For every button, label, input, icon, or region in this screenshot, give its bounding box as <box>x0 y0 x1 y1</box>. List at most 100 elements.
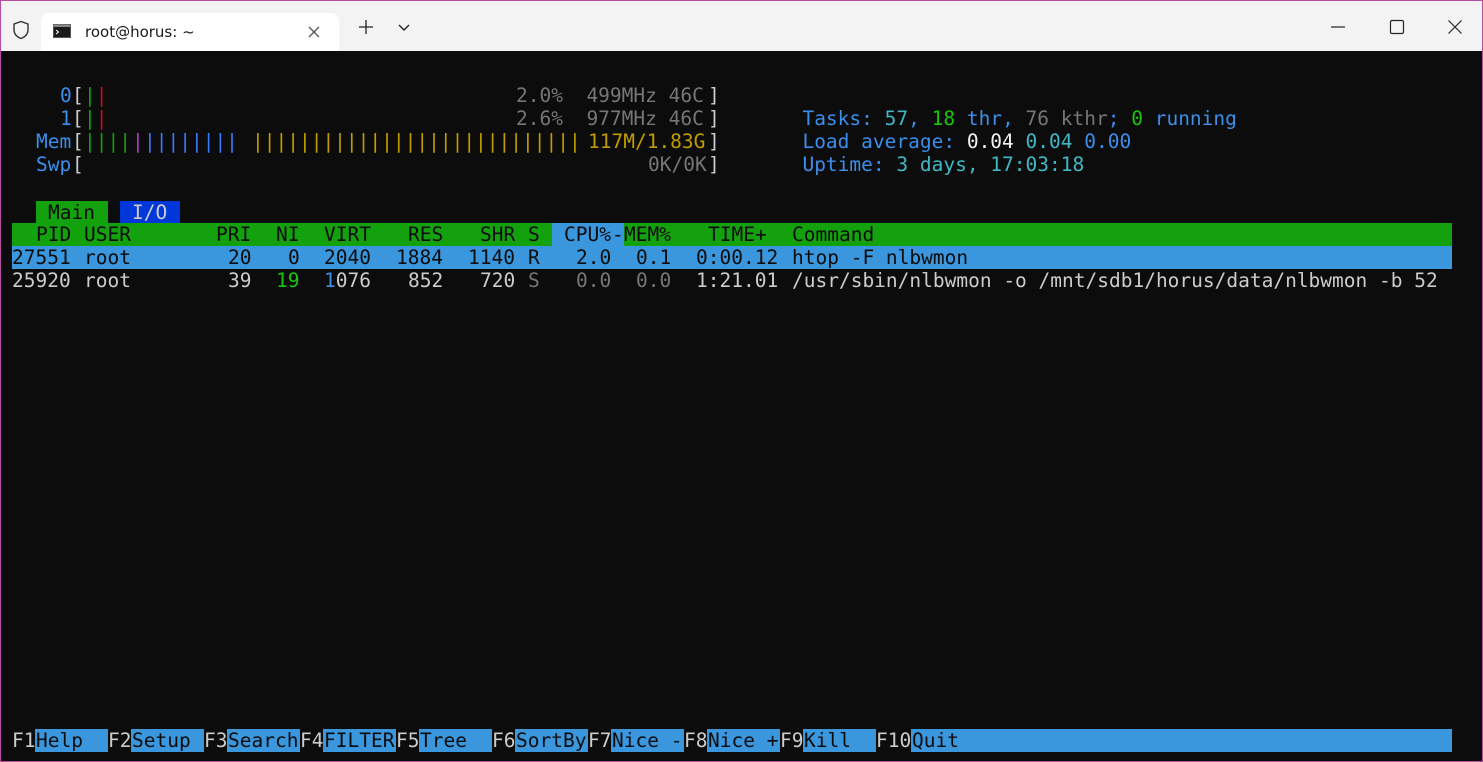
row-pid: 27551 <box>12 246 71 269</box>
tab-main-label: Main <box>48 201 95 224</box>
nice-minus-button[interactable]: Nice - <box>612 729 682 752</box>
setup-button[interactable]: Setup <box>132 729 202 752</box>
row-res: 852 <box>408 269 444 292</box>
row-cpu: 2.0 <box>576 246 612 269</box>
load-average: Load average: 0.04 0.04 0.00 <box>732 107 1131 153</box>
col-mem[interactable]: MEM% <box>624 223 671 246</box>
uptime-label: Uptime: <box>802 153 897 176</box>
swp-meter: Swp [ 0K/0K ] <box>12 153 720 176</box>
tab-main[interactable]: Main <box>36 201 108 224</box>
sortby-button[interactable]: SortBy <box>516 729 586 752</box>
terminal-icon <box>53 24 71 38</box>
uptime-value: 3 days, 17:03:18 <box>896 153 1085 176</box>
row-res: 1884 <box>396 246 443 269</box>
cpu1-bracket-open: [ <box>72 107 84 130</box>
table-row[interactable]: 25920 root 39 19 1076 852 720 S 0.0 0.0 … <box>12 269 1452 292</box>
running-label: running <box>1142 107 1237 130</box>
mem-label: Mem <box>36 130 72 153</box>
row-virt: 1076 <box>324 269 371 292</box>
row-virt-high: 1 <box>324 269 336 292</box>
window-close-icon[interactable] <box>1447 19 1463 35</box>
row-state: S <box>528 269 540 292</box>
f5-key[interactable]: F5 <box>396 729 420 752</box>
col-user[interactable]: USER <box>84 223 131 246</box>
maximize-icon[interactable] <box>1389 19 1405 35</box>
row-pid: 25920 <box>12 269 71 292</box>
col-shr[interactable]: SHR <box>480 223 515 246</box>
row-command: htop -F nlbwmon <box>792 246 969 269</box>
f10-key[interactable]: F10 <box>876 729 912 752</box>
row-time: 1:21.01 <box>696 269 779 292</box>
col-ni[interactable]: NI <box>276 223 299 246</box>
f9-key[interactable]: F9 <box>780 729 804 752</box>
col-virt[interactable]: VIRT <box>324 223 371 246</box>
row-command: /usr/sbin/nlbwmon -o /mnt/sdb1/horus/dat… <box>792 269 1438 292</box>
col-time[interactable]: TIME+ <box>708 223 767 246</box>
terminal-content[interactable]: 0 [ || 2.0% 499MHz 46C ] 1 [ || 2.6% 977… <box>12 51 1482 761</box>
running-count: 0 <box>1131 107 1143 130</box>
f3-key[interactable]: F3 <box>204 729 228 752</box>
row-ni: 0 <box>288 246 300 269</box>
col-state[interactable]: S <box>528 223 540 246</box>
col-cpu[interactable]: CPU% <box>564 223 611 246</box>
plus-icon[interactable] <box>358 19 374 35</box>
row-shr: 720 <box>480 269 516 292</box>
search-button[interactable]: Search <box>228 729 298 752</box>
f7-key[interactable]: F7 <box>588 729 612 752</box>
cpu1-value: 2.6% 977MHz 46C <box>516 107 704 130</box>
mem-bars-green: |||| <box>84 130 131 153</box>
row-ni: 19 <box>276 269 300 292</box>
f1-key[interactable]: F1 <box>12 729 36 752</box>
chevron-down-icon[interactable] <box>396 19 412 35</box>
row-time: 0:00.12 <box>696 246 779 269</box>
mem-bracket-open: [ <box>72 130 84 153</box>
row-pri: 20 <box>228 246 252 269</box>
row-mem: 0.0 <box>636 269 672 292</box>
uptime: Uptime: 3 days, 17:03:18 <box>732 130 1084 176</box>
f2-key[interactable]: F2 <box>108 729 132 752</box>
tab-io-label: I/O <box>132 201 168 224</box>
row-cpu: 0.0 <box>576 269 612 292</box>
col-res[interactable]: RES <box>408 223 443 246</box>
help-button[interactable]: Help <box>36 729 106 752</box>
row-virt: 2040 <box>324 246 371 269</box>
minimize-icon[interactable] <box>1330 19 1346 35</box>
terminal-window: root@horus: ~ 0 [ || 2.0% 499MHz 46C] 1… <box>0 0 1483 762</box>
shield-icon[interactable] <box>11 20 31 40</box>
cpu0-bracket-open: [ <box>72 84 84 107</box>
cpu0-label: 0 <box>60 84 72 107</box>
row-pri: 39 <box>228 269 252 292</box>
tab-title: root@horus: ~ <box>85 23 195 41</box>
mem-bars-magenta: | <box>132 130 144 153</box>
tab-terminal[interactable]: root@horus: ~ <box>41 13 339 51</box>
mem-bracket-close: ] <box>708 130 720 153</box>
mem-value: 117M/1.83G <box>588 130 706 153</box>
tab-io[interactable]: I/O <box>120 201 180 224</box>
cpu0-meter: 0 [ || 2.0% 499MHz 46C ] <box>12 84 720 107</box>
quit-button[interactable]: Quit <box>912 729 959 752</box>
col-command[interactable]: Command <box>792 223 874 246</box>
row-state: R <box>528 246 540 269</box>
f8-key[interactable]: F8 <box>684 729 708 752</box>
nice-plus-button[interactable]: Nice + <box>708 729 778 752</box>
title-bar: root@horus: ~ <box>1 1 1482 51</box>
f6-key[interactable]: F6 <box>492 729 516 752</box>
close-icon[interactable] <box>307 25 321 39</box>
function-key-bar: F1 Help F2 Setup F3 Search F4 FILTER F5 … <box>12 729 1452 752</box>
table-row[interactable]: 27551 root 20 0 2040 1884 1140 R 2.0 0.1… <box>12 246 1452 269</box>
cpu1-meter: 1 [ || 2.6% 977MHz 46C ] <box>12 107 720 130</box>
col-pri[interactable]: PRI <box>216 223 251 246</box>
tree-button[interactable]: Tree <box>420 729 490 752</box>
screen-tabs: Main I/O <box>12 201 180 224</box>
load-15min: 0.00 <box>1084 130 1132 153</box>
row-user: root <box>84 246 131 269</box>
cpu1-label: 1 <box>60 107 72 130</box>
f4-key[interactable]: F4 <box>300 729 324 752</box>
kill-button[interactable]: Kill <box>804 729 874 752</box>
filter-button[interactable]: FILTER <box>324 729 394 752</box>
row-user: root <box>84 269 131 292</box>
swp-bracket-open: [ <box>72 153 84 176</box>
col-pid[interactable]: PID <box>36 223 71 246</box>
mem-meter: Mem [ |||| | |||||||| ||||||||||||||||||… <box>12 130 720 153</box>
row-mem: 0.1 <box>636 246 672 269</box>
